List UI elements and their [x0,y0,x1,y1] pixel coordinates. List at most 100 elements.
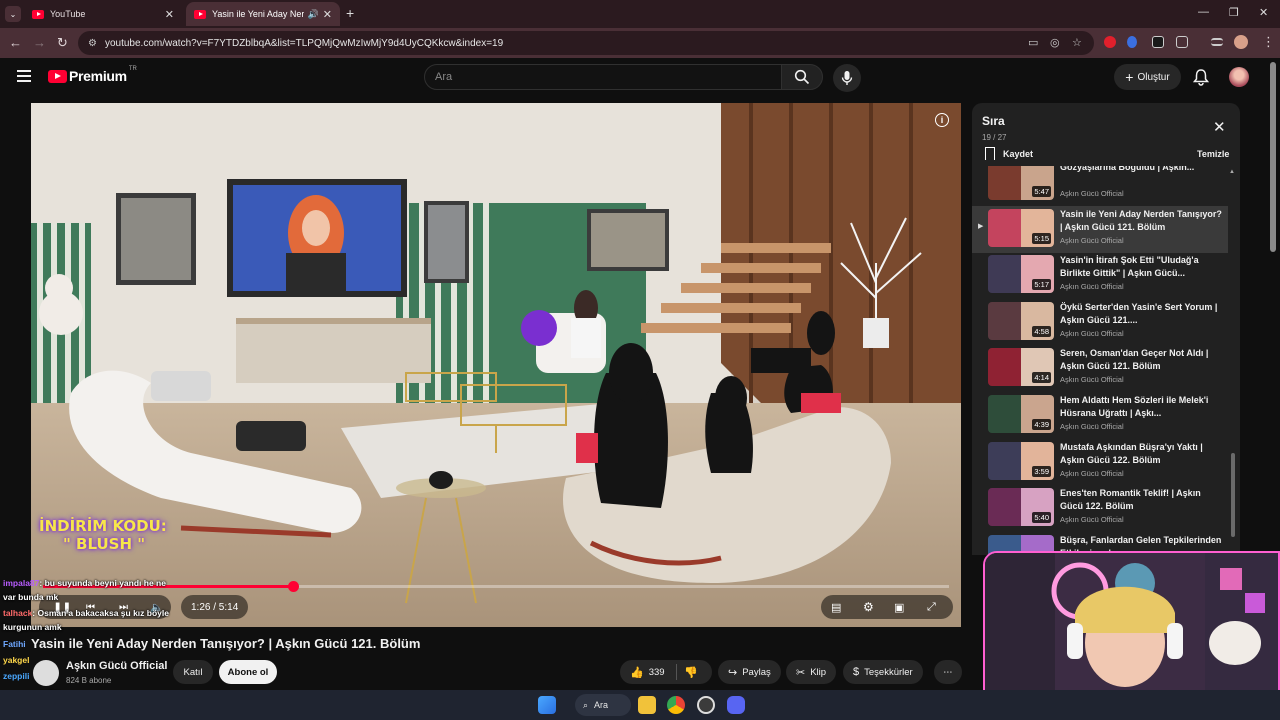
cast-icon[interactable]: ▭ [1028,36,1038,49]
restore-icon[interactable]: ❐ [1229,6,1239,19]
discord-icon[interactable] [727,696,745,714]
queue-item-title[interactable]: Gözyaşlarına Boğuldu | Aşkın... [1060,166,1222,174]
queue-thumbnail[interactable]: 4:58 [988,301,1054,340]
queue-thumbnail[interactable]: 5:17 [988,255,1054,294]
search-input[interactable]: Ara [424,64,782,90]
scrubber-handle[interactable] [288,581,300,592]
tab-current-video[interactable]: Yasin ile Yeni Aday Nerden 🔊 ✕ [186,2,340,26]
create-label: Oluştur [1137,71,1170,83]
queue-item[interactable]: 4:14 Seren, Osman'dan Geçer Not Aldı | Aş… [972,345,1228,392]
youtube-favicon-icon [194,9,206,19]
fullscreen-icon[interactable]: ⤢ [927,601,936,614]
bookmark-icon [985,147,995,160]
taskbar-search[interactable]: ⌕ Ara [575,694,631,716]
chrome-icon[interactable] [667,696,685,714]
queue-thumbnail[interactable]: 5:40 [988,488,1054,527]
close-tab-icon[interactable]: ✕ [323,8,332,21]
queue-item-title[interactable]: Enes'ten Romantik Teklif! | Aşkın Gücü 1… [1060,487,1222,513]
info-icon[interactable]: i [935,113,949,127]
like-dislike-group: 👍 339 👎 [620,660,712,684]
hide-icon[interactable]: ◎ [1050,36,1060,49]
tab-search-button[interactable]: ⌄ [5,6,21,22]
youtube-premium-logo[interactable]: Premium TR [48,66,137,84]
share-button[interactable]: ↪ Paylaş [718,660,781,684]
search-button[interactable] [781,64,823,90]
page-scrollbar[interactable] [1270,62,1276,252]
queue-item-title[interactable]: Seren, Osman'dan Geçer Not Aldı | Aşkın … [1060,347,1222,373]
queue-item-title[interactable]: Yasin ile Yeni Aday Nerden Tanışıyor? | … [1060,208,1222,234]
queue-item[interactable]: ▶ 5:15 Yasin ile Yeni Aday Nerden Tanışıyo… [972,205,1228,253]
clear-queue-button[interactable]: Temizle [1197,149,1229,159]
notifications-button[interactable] [1192,68,1210,91]
save-label: Kaydet [1003,148,1034,159]
queue-item-title[interactable]: Öykü Serter'den Yasin'e Sert Yorum | Aşk… [1060,301,1222,327]
chat-username: yakgel [3,655,30,665]
address-bar[interactable]: ⚙ youtube.com/watch?v=F7YTDZblbqA&list=T… [78,31,1094,55]
thanks-button[interactable]: $ Teşekkürler [843,660,923,684]
progress-bar[interactable] [43,581,949,592]
more-actions-button[interactable]: ⋯ [934,660,962,684]
settings-gear-icon[interactable]: ⚙ [863,600,874,614]
queue-item-title[interactable]: Hem Aldattı Hem Sözleri ile Melek'i Hüsr… [1060,394,1222,420]
new-tab-button[interactable]: + [346,5,354,21]
minimize-icon[interactable]: — [1198,6,1209,18]
queue-item[interactable]: 4:58 Öykü Serter'den Yasin'e Sert Yorum |… [972,299,1228,346]
queue-thumbnail[interactable]: 5:15 [988,208,1054,247]
clip-button[interactable]: ✂ Klip [786,660,837,684]
queue-duration: 4:58 [1032,325,1051,337]
subtitles-icon[interactable]: ▤ [831,601,841,614]
queue-item-channel: Aşkın Gücü Official [1060,189,1124,198]
reload-icon[interactable]: ↻ [57,35,68,51]
bookmark-star-icon[interactable]: ☆ [1072,36,1082,49]
queue-thumbnail[interactable]: 5:47 [988,166,1054,200]
tab-groups-icon[interactable] [1211,38,1223,46]
extension-dark-icon[interactable] [1152,36,1164,48]
create-button[interactable]: + Oluştur [1114,64,1181,90]
queue-thumbnail[interactable]: 3:59 [988,441,1054,480]
chat-username: talhack [3,608,33,618]
site-info-icon[interactable]: ⚙ [88,38,97,49]
miniplayer-icon[interactable]: ▣ [894,601,904,614]
close-queue-icon[interactable]: ✕ [1213,118,1226,136]
extension-red-icon[interactable] [1104,36,1116,48]
close-tab-icon[interactable]: ✕ [165,8,174,21]
queue-thumbnail[interactable]: 4:39 [988,395,1054,433]
browser-menu-icon[interactable]: ⋮ [1262,34,1275,50]
logo-region: TR [128,66,137,72]
subscribe-button[interactable]: Abone ol [219,660,277,684]
queue-item[interactable]: 5:17 Yasin'in İtirafı Şok Etti "Uludağ'a … [972,252,1228,299]
file-explorer-icon[interactable] [638,696,656,714]
queue-item[interactable]: 5:47 Gözyaşlarına Boğuldu | Aşkın... Aşkın… [972,166,1228,206]
extensions-puzzle-icon[interactable] [1176,36,1188,48]
audio-playing-icon[interactable]: 🔊 [308,9,319,20]
menu-icon[interactable] [17,70,31,82]
extension-blue-icon[interactable] [1127,36,1137,48]
dislike-icon[interactable]: 👎 [684,666,698,679]
profile-icon[interactable] [1234,35,1248,49]
voice-search-button[interactable] [833,64,861,92]
queue-item-title[interactable]: Mustafa Aşkından Büşra'yı Yaktı | Aşkın … [1060,441,1222,467]
back-icon[interactable]: ← [9,35,22,50]
like-icon[interactable]: 👍 [630,666,644,679]
queue-item[interactable]: 5:40 Enes'ten Romantik Teklif! | Aşkın Gü… [972,485,1228,532]
save-queue-button[interactable]: Kaydet [985,147,1033,160]
app-icon[interactable] [697,696,715,714]
tab-youtube[interactable]: YouTube ✕ [24,2,182,26]
queue-item[interactable]: 3:59 Mustafa Aşkından Büşra'yı Yaktı | Aş… [972,439,1228,486]
queue-thumbnail[interactable]: 4:14 [988,348,1054,387]
queue-scrollbar[interactable] [1231,453,1235,537]
queue-item[interactable]: 4:39 Hem Aldattı Hem Sözleri ile Melek'i … [972,392,1228,439]
video-player[interactable]: i İNDİRİM KODU: " BLUSH " ❚❚ ⏮ ⏭ 🔈 1:26 … [31,103,961,627]
queue-item-title[interactable]: Yasin'in İtirafı Şok Etti "Uludağ'a Birl… [1060,254,1222,280]
forward-icon[interactable]: → [33,35,46,50]
account-avatar[interactable] [1229,67,1249,87]
like-count[interactable]: 339 [649,667,665,678]
queue-item-channel: Aşkın Gücü Official [1060,375,1124,385]
windows-start-icon[interactable] [538,696,556,714]
browser-tab-bar: ⌄ YouTube ✕ Yasin ile Yeni Aday Nerden 🔊… [0,0,1280,28]
channel-name[interactable]: Aşkın Gücü Official [66,660,167,672]
join-button[interactable]: Katıl [173,660,213,684]
taskbar-search-icon: ⌕ [583,699,589,710]
channel-avatar[interactable] [33,660,59,686]
close-window-icon[interactable]: ✕ [1259,6,1268,19]
